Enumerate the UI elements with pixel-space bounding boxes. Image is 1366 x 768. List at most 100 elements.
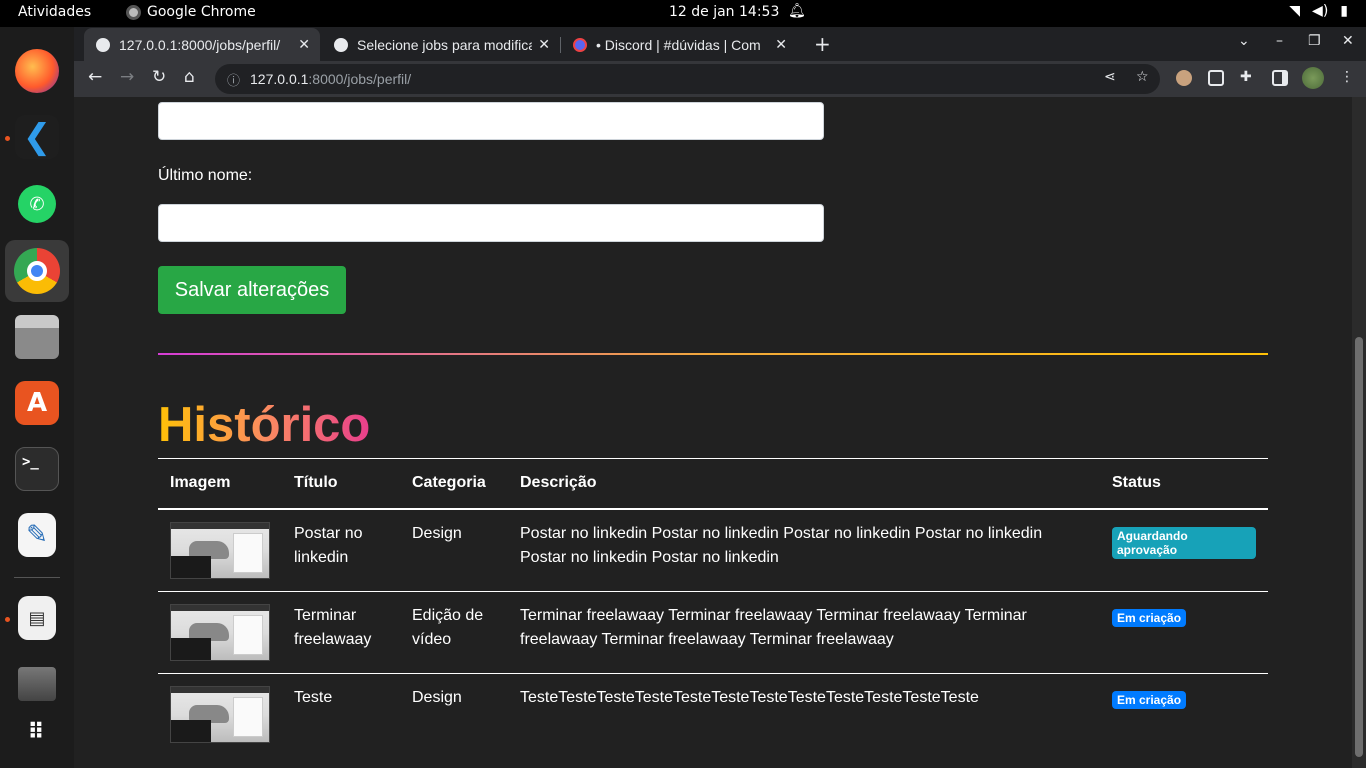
terminal-icon: >_	[15, 447, 59, 491]
profile-avatar[interactable]	[1302, 67, 1324, 89]
dock-chrome[interactable]	[5, 240, 69, 302]
tab-discord[interactable]: • Discord | #dúvidas | Com ✕	[561, 28, 797, 61]
firefox-icon	[15, 49, 59, 93]
app-menu[interactable]: Google Chrome	[126, 4, 256, 20]
clock[interactable]: 12 de jan 14:53	[669, 4, 779, 20]
bookmark-star-icon[interactable]: ☆	[1136, 69, 1149, 85]
status-badge: Aguardando aprovação	[1112, 526, 1256, 559]
notification-bell-icon: 🔔︎	[788, 3, 806, 19]
system-tray[interactable]: ◥ ◀) ▮	[1289, 3, 1348, 19]
title-cell: Postar no linkedin	[282, 508, 400, 592]
dock-software[interactable]: A	[5, 372, 69, 434]
document-viewer-icon: ▤	[18, 596, 56, 640]
globe-icon	[96, 37, 110, 52]
minimize-button[interactable]: –	[1276, 33, 1283, 49]
whatsapp-icon: ✆	[18, 185, 56, 223]
category-cell: Edição de vídeo	[400, 591, 508, 674]
close-icon[interactable]: ✕	[775, 36, 787, 53]
url-path: :8000/jobs/perfil/	[308, 71, 412, 87]
dock-vscode[interactable]: ❮	[5, 106, 69, 168]
close-icon[interactable]: ✕	[298, 36, 310, 53]
battery-icon: ▮	[1340, 3, 1348, 19]
page-scrollbar[interactable]	[1352, 97, 1366, 768]
extension-avatar-icon[interactable]	[1176, 70, 1192, 86]
menu-kebab-icon[interactable]: ⋮	[1340, 69, 1354, 85]
home-icon[interactable]: ⌂	[184, 67, 195, 87]
discord-icon	[573, 37, 587, 52]
status-cell: Aguardando aprovação	[1100, 508, 1268, 592]
column-header: Título	[282, 458, 400, 510]
scrollbar-thumb[interactable]	[1355, 337, 1363, 757]
close-icon[interactable]: ✕	[538, 36, 550, 53]
image-cell	[158, 508, 282, 592]
description-cell: TesteTesteTesteTesteTesteTesteTesteTeste…	[520, 688, 979, 706]
tab-capture-icon[interactable]	[1208, 70, 1224, 86]
last-name-label: Último nome:	[158, 167, 253, 184]
forward-icon[interactable]: →	[120, 67, 134, 87]
table-row[interactable]: Postar no linkedin Design Postar no link…	[158, 508, 1268, 592]
tab-title: Selecione jobs para modificar	[357, 36, 533, 53]
activities-button[interactable]: Atividades	[18, 4, 91, 20]
close-window-button[interactable]: ✕	[1342, 33, 1354, 49]
dock-separator	[14, 577, 60, 578]
page-content: Último nome: Salvar alterações Histórico…	[74, 97, 1352, 768]
category-cell: Design	[400, 508, 508, 592]
wifi-icon: ◥	[1289, 3, 1301, 19]
last-name-input[interactable]	[158, 204, 824, 242]
chrome-icon	[14, 248, 60, 294]
text-editor-icon: ✎	[18, 513, 56, 557]
title-cell: Terminar freelawaay	[282, 591, 400, 674]
description-cell: Postar no linkedin Postar no linkedin Po…	[508, 508, 1100, 592]
job-thumbnail[interactable]	[170, 603, 270, 661]
status-badge: Em criação	[1112, 690, 1187, 709]
tab-title: 127.0.0.1:8000/jobs/perfil/	[119, 36, 281, 53]
tab-perfil[interactable]: 127.0.0.1:8000/jobs/perfil/ ✕	[84, 28, 320, 61]
reload-icon[interactable]: ↻	[152, 67, 166, 87]
job-thumbnail[interactable]	[170, 685, 270, 743]
extensions-puzzle-icon[interactable]: ✚	[1240, 69, 1252, 85]
dock-firefox[interactable]	[5, 40, 69, 102]
column-header: Imagem	[158, 458, 282, 510]
save-changes-button[interactable]: Salvar alterações	[158, 266, 346, 314]
site-info-icon[interactable]: ⓘ	[227, 70, 240, 89]
app-store-icon: A	[15, 381, 59, 425]
restore-button[interactable]: ❐	[1308, 33, 1321, 49]
first-name-input[interactable]	[158, 102, 824, 140]
job-thumbnail[interactable]	[170, 521, 270, 579]
dock-files[interactable]	[5, 306, 69, 368]
history-heading: Histórico	[158, 398, 371, 452]
history-table: Imagem Título Categoria Descrição Status…	[158, 458, 1268, 755]
globe-icon	[334, 37, 348, 52]
files-icon	[15, 315, 59, 359]
description-cell: Terminar freelawaay Terminar freelawaay …	[508, 591, 1100, 674]
share-icon[interactable]: ⋖	[1104, 69, 1116, 85]
vscode-icon: ❮	[15, 115, 59, 159]
dock-terminal[interactable]: >_	[5, 438, 69, 500]
dock: ❮ ✆ A >_ ✎ ▤ ⠿	[0, 27, 74, 768]
chrome-app-icon	[126, 4, 141, 20]
tab-selecione-jobs[interactable]: Selecione jobs para modificar ✕	[322, 28, 560, 61]
app-grid-icon: ⠿	[27, 719, 47, 745]
table-row[interactable]: Terminar freelawaay Edição de vídeo Term…	[158, 591, 1268, 674]
dock-text-editor[interactable]: ✎	[5, 504, 69, 566]
new-tab-button[interactable]: +	[814, 32, 831, 56]
tab-strip: 127.0.0.1:8000/jobs/perfil/ ✕ Selecione …	[74, 27, 1366, 61]
gradient-divider	[158, 353, 1268, 355]
status-badge: Em criação	[1112, 608, 1187, 627]
browser-toolbar: ← → ↻ ⌂ ⓘ 127.0.0.1:8000/jobs/perfil/ ⋖ …	[74, 61, 1366, 97]
dock-document-viewer[interactable]: ▤	[5, 587, 69, 649]
back-icon[interactable]: ←	[88, 67, 102, 87]
image-cell	[158, 673, 282, 755]
show-apps-button[interactable]: ⠿	[5, 701, 69, 763]
column-header: Categoria	[400, 458, 508, 510]
drive-icon	[18, 667, 56, 701]
table-row[interactable]: Teste Design TesteTesteTesteTesteTesteTe…	[158, 673, 1268, 755]
table-header-row: Imagem Título Categoria Descrição Status	[158, 458, 1268, 510]
tab-search-icon[interactable]: ⌄	[1238, 33, 1250, 49]
category-cell: Design	[412, 688, 462, 706]
status-cell: Em criação	[1100, 591, 1268, 674]
side-panel-icon[interactable]	[1272, 70, 1288, 86]
tab-title: • Discord | #dúvidas | Com	[596, 36, 761, 53]
address-bar[interactable]: ⓘ 127.0.0.1:8000/jobs/perfil/	[215, 64, 1160, 94]
dock-whatsapp[interactable]: ✆	[5, 173, 69, 235]
